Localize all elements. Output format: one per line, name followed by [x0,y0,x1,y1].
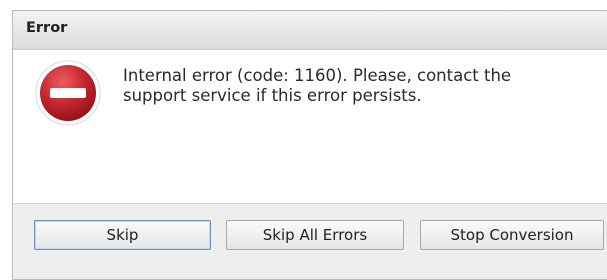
error-dialog: Error Internal error (code: 1160). Pleas… [12,10,607,280]
stop-conversion-button[interactable]: Stop Conversion [420,220,604,250]
error-message-line-1: Internal error (code: 1160). Please, con… [123,66,512,85]
error-stop-icon [35,60,101,126]
dialog-title: Error [26,20,68,36]
skip-all-errors-button[interactable]: Skip All Errors [226,220,404,250]
title-bar[interactable]: Error [13,11,607,50]
skip-button[interactable]: Skip [34,220,211,250]
error-message: Internal error (code: 1160). Please, con… [123,66,593,106]
error-message-line-2: support service if this error persists. [123,86,422,105]
button-bar: Skip Skip All Errors Stop Conversion [13,203,607,279]
